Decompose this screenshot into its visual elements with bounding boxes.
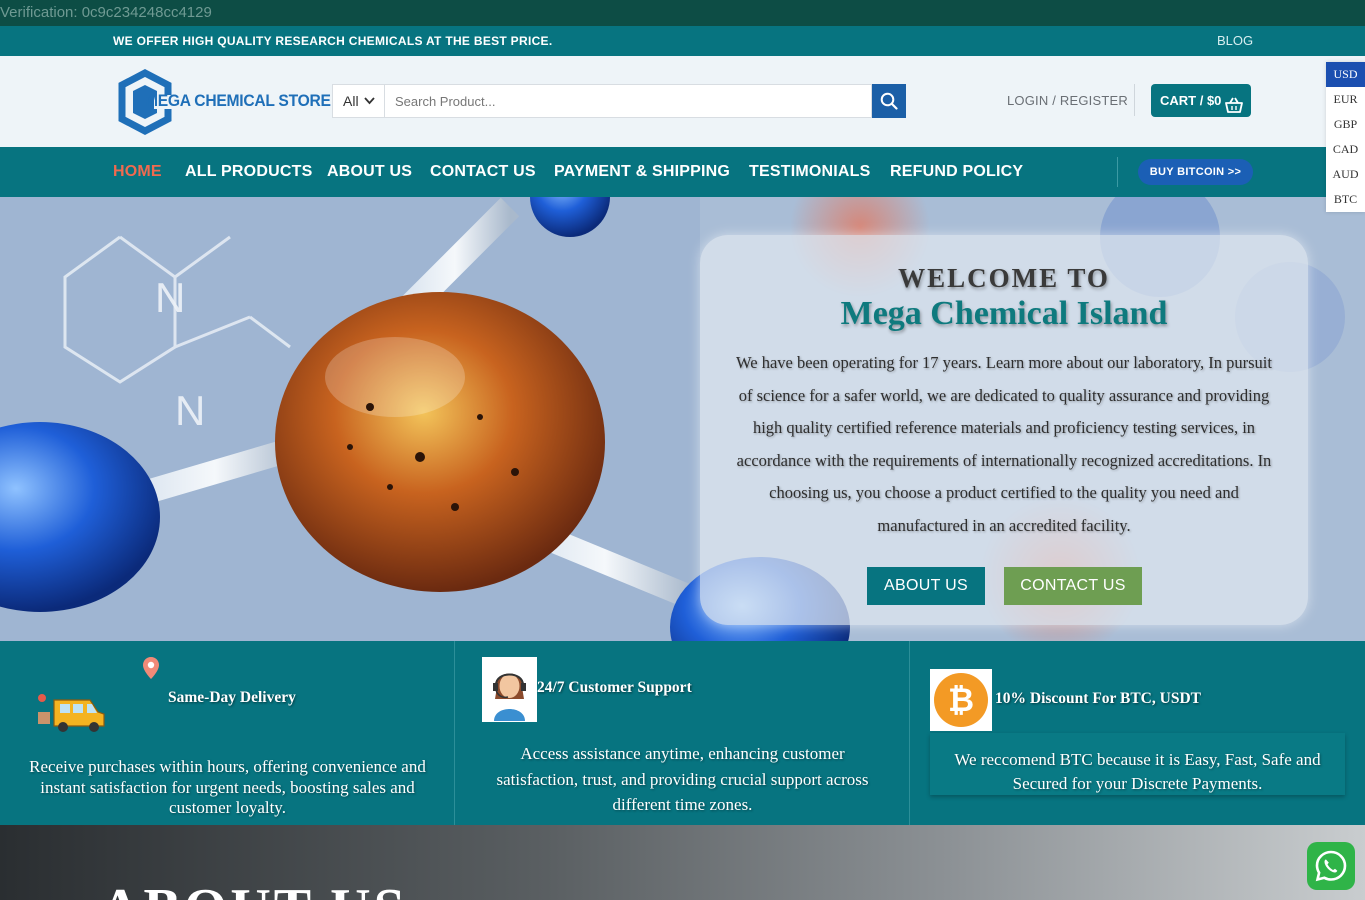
nav-home[interactable]: HOME xyxy=(113,147,162,197)
currency-gbp[interactable]: GBP xyxy=(1326,112,1365,137)
nav-all-products[interactable]: ALL PRODUCTS xyxy=(185,147,312,197)
svg-text:N: N xyxy=(155,274,185,321)
top-bar: WE OFFER HIGH QUALITY RESEARCH CHEMICALS… xyxy=(0,26,1365,56)
welcome-heading: WELCOME TO xyxy=(898,263,1110,293)
promo-text: WE OFFER HIGH QUALITY RESEARCH CHEMICALS… xyxy=(113,34,553,48)
currency-btc[interactable]: BTC xyxy=(1326,187,1365,212)
currency-usd[interactable]: USD xyxy=(1326,62,1365,87)
about-section: ABOUT US xyxy=(0,825,1365,900)
nav-divider xyxy=(1117,157,1118,187)
feature-btc-discount: ₿ 10% Discount For BTC, USDT We reccomen… xyxy=(910,641,1365,825)
buy-bitcoin-button[interactable]: BUY BITCOIN >> xyxy=(1138,159,1253,185)
chevron-down-icon xyxy=(364,85,375,129)
contact-us-button[interactable]: CONTACT US xyxy=(1004,567,1142,605)
hero-section: N N WELCOME TO Mega Chemical Island We h… xyxy=(0,197,1365,641)
about-us-button[interactable]: ABOUT US xyxy=(867,567,985,605)
feature-same-day-delivery: Same-Day Delivery Receive purchases with… xyxy=(0,641,455,825)
welcome-card: WELCOME TO Mega Chemical Island We have … xyxy=(700,235,1308,625)
search-button[interactable] xyxy=(872,84,906,118)
feature-title: Same-Day Delivery xyxy=(168,689,296,706)
blog-link[interactable]: BLOG xyxy=(1217,26,1253,56)
whatsapp-chat-button[interactable] xyxy=(1307,842,1355,890)
hero-description: We have been operating for 17 years. Lea… xyxy=(736,353,1272,535)
currency-eur[interactable]: EUR xyxy=(1326,87,1365,112)
verification-text: Verification: 0c9c234248cc4129 xyxy=(0,0,1365,26)
search-icon xyxy=(880,92,898,110)
logo-text: MEGA CHEMICAL STORE xyxy=(145,91,331,110)
nav-payment-shipping[interactable]: PAYMENT & SHIPPING xyxy=(554,147,730,197)
delivery-truck-icon xyxy=(38,694,105,732)
search-input[interactable] xyxy=(385,84,872,118)
svg-text:₿: ₿ xyxy=(948,682,974,718)
site-header: MEGA CHEMICAL STORE All LOGIN / REGISTER… xyxy=(0,56,1365,147)
feature-title: 24/7 Customer Support xyxy=(537,679,692,696)
search-category-value: All xyxy=(343,93,359,109)
location-pin-icon xyxy=(143,657,159,679)
features-section: Same-Day Delivery Receive purchases with… xyxy=(0,641,1365,825)
about-heading: ABOUT US xyxy=(100,877,408,900)
customer-support-agent-icon xyxy=(482,657,537,722)
nav-contact-us[interactable]: CONTACT US xyxy=(430,147,536,197)
currency-aud[interactable]: AUD xyxy=(1326,162,1365,187)
feature-text: Receive purchases within hours, offering… xyxy=(29,757,426,818)
login-register-link[interactable]: LOGIN / REGISTER xyxy=(1007,93,1128,108)
cart-button[interactable]: CART / $0 xyxy=(1151,84,1251,117)
basket-icon xyxy=(1225,92,1243,125)
bitcoin-icon: ₿ xyxy=(930,669,992,731)
feature-customer-support: 24/7 Customer Support Access assistance … xyxy=(455,641,910,825)
company-name-heading: Mega Chemical Island xyxy=(840,295,1168,332)
nav-refund-policy[interactable]: REFUND POLICY xyxy=(890,147,1023,197)
currency-cad[interactable]: CAD xyxy=(1326,137,1365,162)
currency-switcher: USD EUR GBP CAD AUD BTC xyxy=(1326,62,1365,212)
nav-about-us[interactable]: ABOUT US xyxy=(327,147,412,197)
svg-text:N: N xyxy=(175,387,205,434)
feature-text: We reccomend BTC because it is Easy, Fas… xyxy=(954,750,1321,793)
whatsapp-icon xyxy=(1315,850,1347,882)
search-bar: All xyxy=(332,84,906,118)
search-category-select[interactable]: All xyxy=(332,84,385,118)
header-divider xyxy=(1134,84,1135,116)
cart-label: CART / $0 xyxy=(1160,93,1222,108)
feature-text: Access assistance anytime, enhancing cus… xyxy=(496,744,869,814)
main-nav: HOME ALL PRODUCTS ABOUT US CONTACT US PA… xyxy=(0,147,1365,197)
feature-title: 10% Discount For BTC, USDT xyxy=(995,690,1201,707)
site-logo[interactable]: MEGA CHEMICAL STORE xyxy=(116,69,331,135)
nav-testimonials[interactable]: TESTIMONIALS xyxy=(749,147,871,197)
